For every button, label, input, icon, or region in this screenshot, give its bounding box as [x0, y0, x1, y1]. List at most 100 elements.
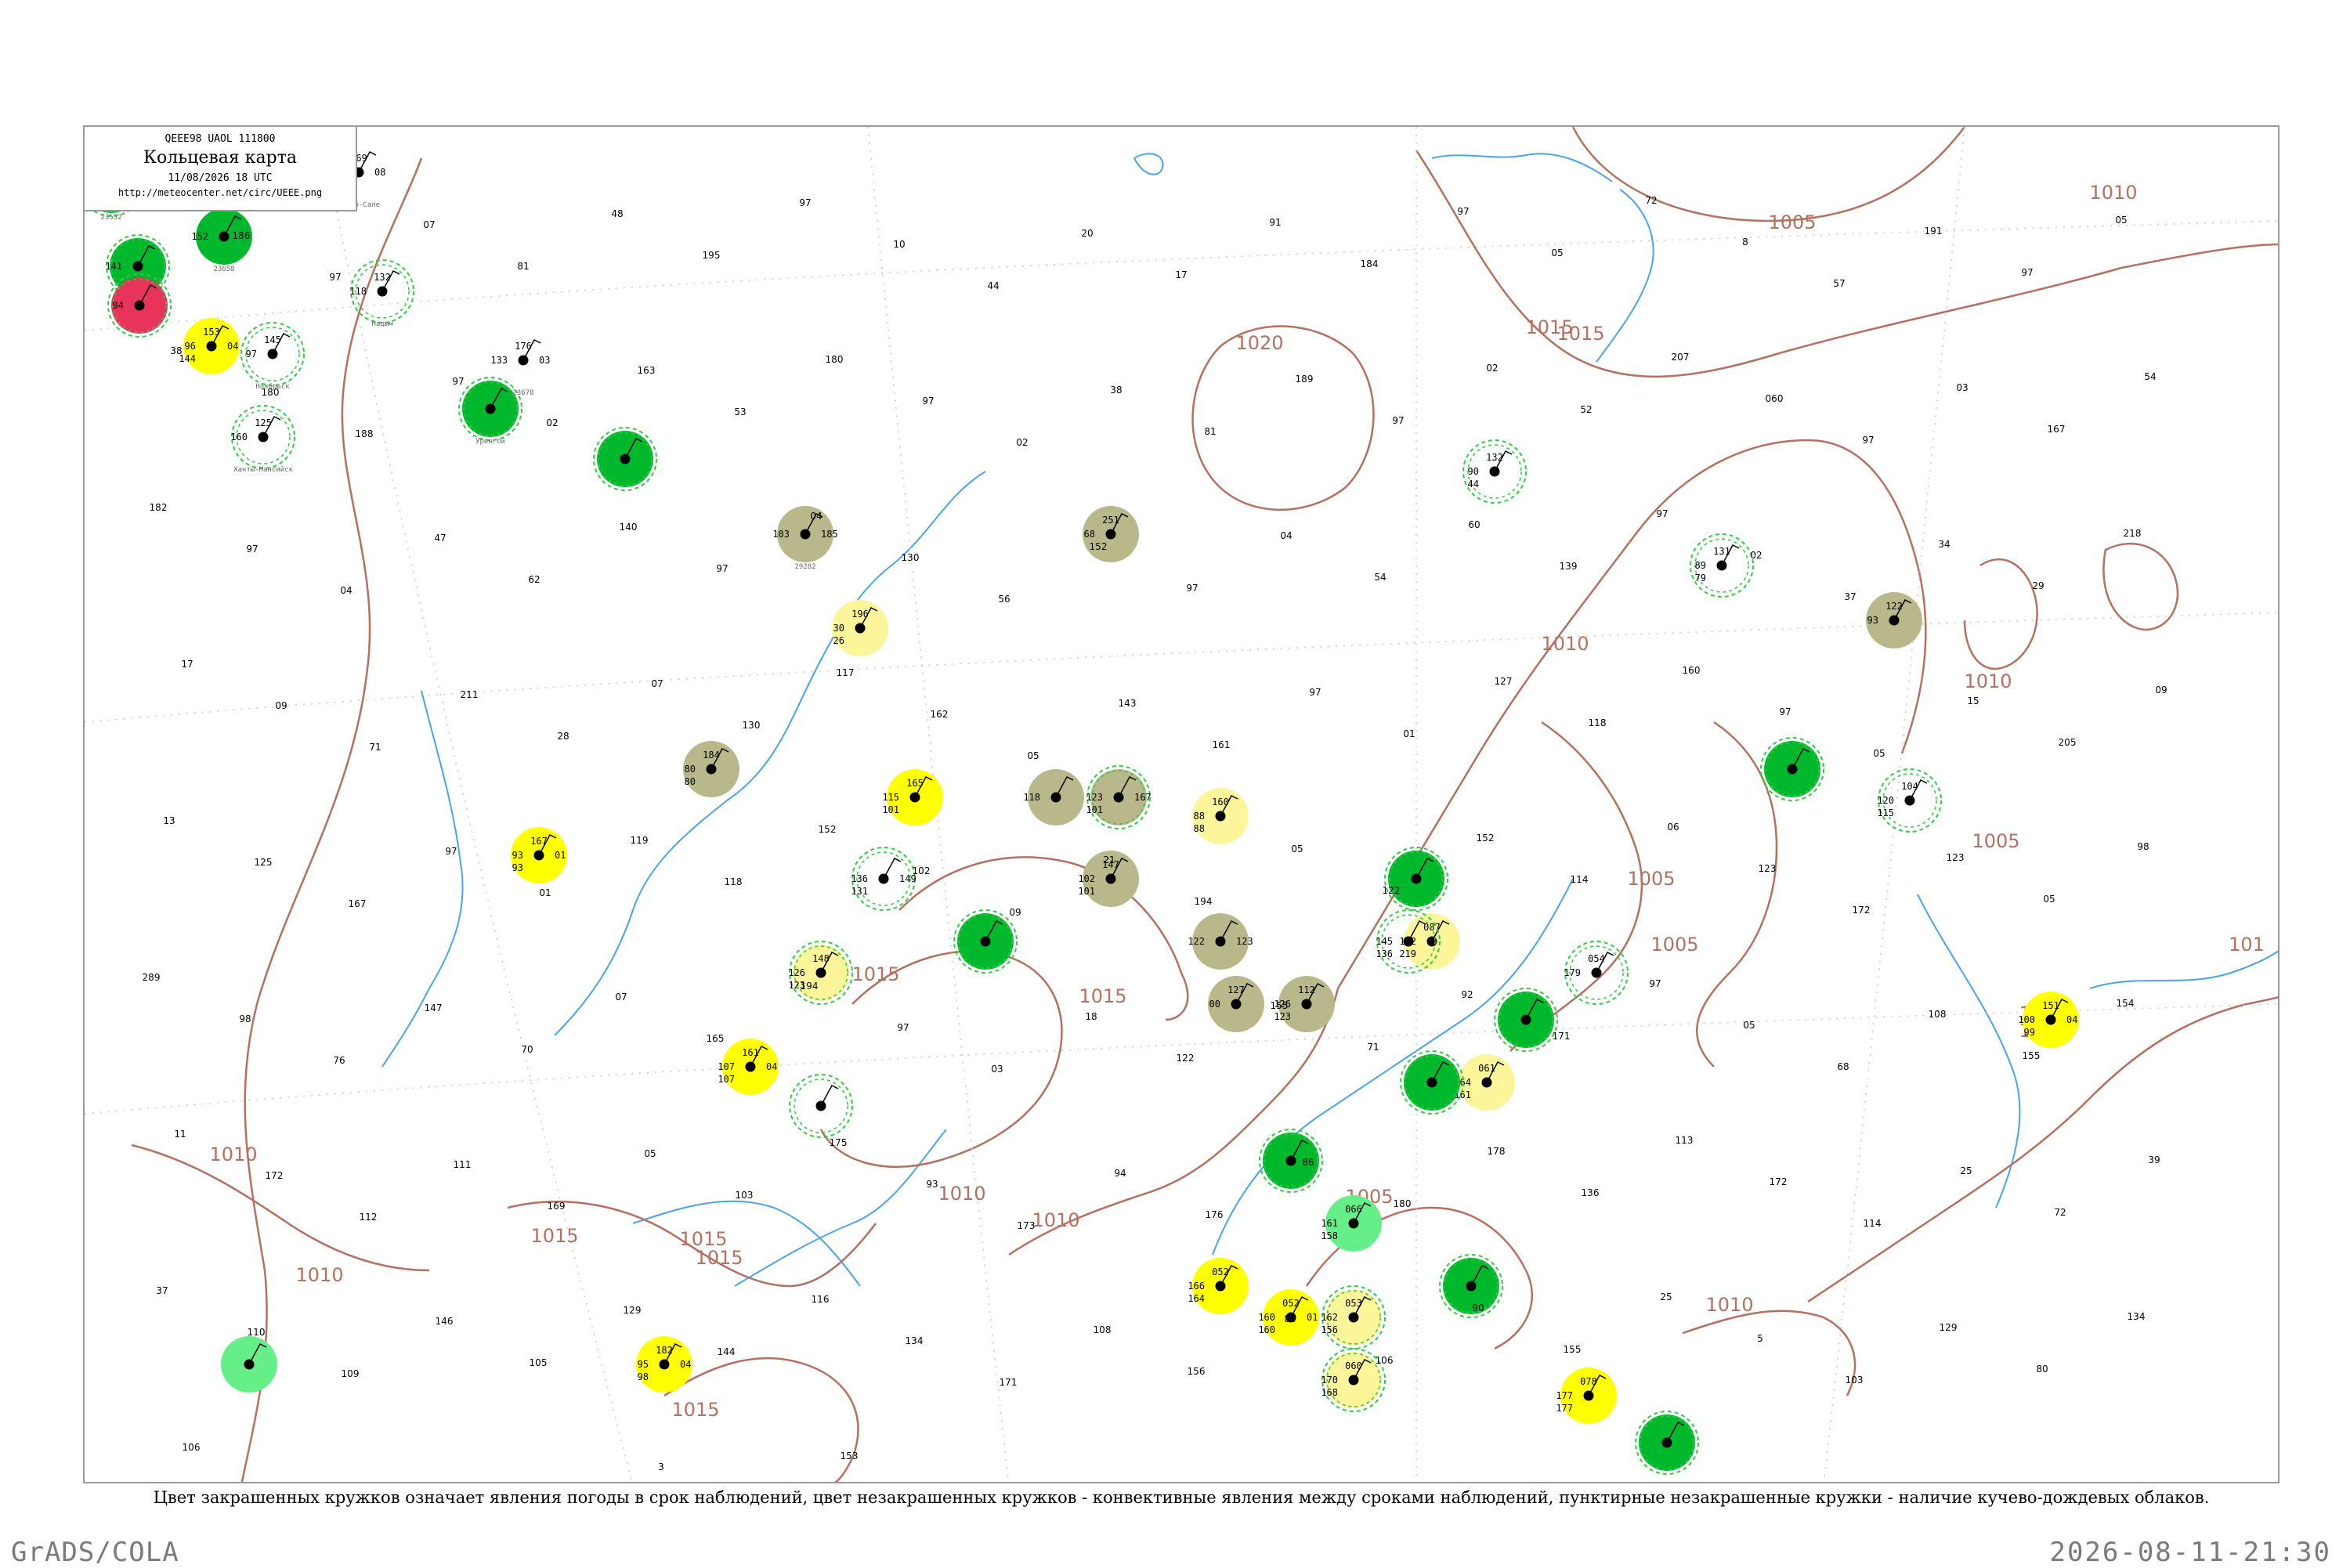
- station-plot[interactable]: 122 93: [1866, 592, 1922, 649]
- station-value: 111: [454, 1159, 472, 1170]
- station-name: 23678: [512, 389, 533, 397]
- station-plot[interactable]: 14597Ноябрьск: [240, 322, 305, 391]
- station-value: 04: [810, 511, 822, 522]
- station-value: 04: [340, 585, 352, 596]
- station-value: 8: [1742, 237, 1748, 247]
- station-temperature: 145: [1376, 936, 1393, 947]
- station-value: 162: [931, 709, 949, 720]
- station-value: 113: [1676, 1135, 1694, 1146]
- station-plot[interactable]: [221, 1336, 277, 1393]
- station-tendency: 01: [555, 850, 566, 861]
- station-value: 97: [1309, 687, 1321, 698]
- station-value: 163: [638, 365, 656, 376]
- map-title-box: QEEE98 UAOL 111800 Кольцевая карта 11/08…: [83, 125, 357, 211]
- station-plot[interactable]: [1760, 737, 1824, 801]
- graticule-4: [319, 127, 633, 1482]
- station-plot[interactable]: 122 123: [1188, 913, 1253, 970]
- legend-caption: Цвет закрашенных кружков означает явлени…: [153, 1488, 2210, 1507]
- station-value: 114: [1864, 1218, 1882, 1229]
- station-value: 03: [1956, 382, 1968, 393]
- isobar-label: 1015: [530, 1225, 578, 1247]
- station-temperature: 118: [1023, 792, 1040, 803]
- station-value: 52: [1580, 404, 1592, 415]
- station-temperature: 126: [788, 967, 805, 978]
- station-plot[interactable]: Уренгой: [458, 377, 522, 446]
- station-plot[interactable]: 125 160 Ханты-Мансийск: [230, 405, 295, 474]
- station-plot[interactable]: 196 3026: [832, 600, 888, 656]
- station-plot[interactable]: 165 115101: [882, 769, 943, 826]
- station-dewpoint: 99: [2024, 1027, 2035, 1038]
- isobar-label: 1010: [1032, 1209, 1079, 1231]
- isobar-east-island: [2102, 542, 2179, 631]
- station-value: 118: [1589, 717, 1607, 728]
- station-plot[interactable]: 078 177 177: [1556, 1367, 1617, 1424]
- station-plot[interactable]: 167 93 01 93: [511, 827, 567, 883]
- station-plot[interactable]: [593, 427, 657, 491]
- station-plot[interactable]: [1400, 1050, 1464, 1115]
- station-value: 188: [356, 428, 374, 439]
- station-value: 103: [736, 1190, 754, 1201]
- station-value: 97: [897, 1022, 909, 1033]
- station-plot[interactable]: 184 8080: [683, 741, 739, 797]
- isobar-label: 1010: [2089, 182, 2137, 204]
- station-temperature: 161: [1321, 1218, 1338, 1229]
- station-plot[interactable]: 161 107 04 107: [718, 1039, 779, 1095]
- lake-north: [1133, 153, 1164, 175]
- station-value: 71: [369, 742, 381, 753]
- station-value: 39: [2148, 1154, 2160, 1165]
- isobar-1010-se: [1682, 1310, 1856, 1396]
- station-plot[interactable]: 103 185 29282: [772, 506, 838, 571]
- station-temperature: 166: [1188, 1281, 1205, 1292]
- station-plot[interactable]: 160 8888: [1192, 788, 1249, 844]
- station-plot[interactable]: 148126123: [788, 941, 853, 1005]
- station-dewpoint: 44: [1468, 479, 1479, 490]
- station-pressure: 196: [851, 609, 869, 620]
- synoptic-map: 1005101010151020 101510101015101510101005…: [85, 127, 2278, 1482]
- isobar-label: 101: [2229, 934, 2265, 956]
- station-plot[interactable]: 104 120115: [1877, 768, 1942, 833]
- station-plot[interactable]: [1384, 847, 1448, 911]
- river-ob: [554, 471, 986, 1036]
- station-plot[interactable]: 118: [1023, 769, 1084, 826]
- station-pressure: 184: [703, 750, 720, 761]
- station-tendency: 03: [539, 355, 550, 366]
- station-value: 173: [1018, 1220, 1036, 1231]
- station-plot[interactable]: [1635, 1411, 1699, 1475]
- station-value: 37: [1844, 591, 1856, 602]
- station-plot[interactable]: 182 95 04 98: [636, 1336, 692, 1393]
- station-plot[interactable]: 054 179: [1564, 941, 1629, 1005]
- station-pressure: 060: [1345, 1360, 1362, 1371]
- station-plot[interactable]: 052 166164: [1188, 1258, 1249, 1314]
- isobar-label: 1005: [1768, 211, 1816, 233]
- station-value: 129: [1940, 1322, 1958, 1333]
- bulletin-code: QEEE98 UAOL 111800: [164, 133, 276, 145]
- station-value: 97: [1656, 508, 1668, 519]
- station-value: 184: [1361, 258, 1379, 269]
- station-value: 205: [2059, 737, 2077, 748]
- station-plot[interactable]: [789, 1074, 853, 1138]
- station-plot[interactable]: 132 118 Надым: [349, 259, 414, 328]
- station-value: 38: [1110, 385, 1122, 396]
- station-value: 02: [546, 417, 558, 428]
- station-plot[interactable]: 94: [107, 273, 172, 338]
- map-date: 11/08/2026 18 UTC: [168, 172, 273, 184]
- station-plot[interactable]: 131 89 79: [1690, 533, 1754, 598]
- station-plot[interactable]: [953, 909, 1018, 974]
- station-plot[interactable]: 123 167 101: [1086, 765, 1152, 829]
- station-name: Надым: [371, 320, 393, 328]
- station-value: 90: [1472, 1302, 1484, 1313]
- station-pressure: 131: [1713, 546, 1730, 557]
- station-temperature: 123: [1086, 792, 1103, 803]
- station-plot[interactable]: 053 162156: [1321, 1285, 1386, 1349]
- station-plot[interactable]: 251 68: [1083, 506, 1139, 562]
- station-plot[interactable]: [1439, 1254, 1503, 1318]
- station-plot[interactable]: 15396 04144: [179, 318, 240, 374]
- station-tendency: 04: [227, 341, 238, 352]
- station-temperature: 30: [833, 623, 844, 634]
- station-plot[interactable]: 132 90 44: [1462, 439, 1527, 504]
- map-url[interactable]: http://meteocenter.net/circ/UEEE.png: [85, 187, 356, 198]
- station-plot[interactable]: 136 149131: [851, 847, 916, 911]
- station-plot[interactable]: [1494, 988, 1558, 1052]
- station-plot[interactable]: 066 161158: [1321, 1195, 1382, 1252]
- station-plot[interactable]: 127 00: [1208, 976, 1264, 1032]
